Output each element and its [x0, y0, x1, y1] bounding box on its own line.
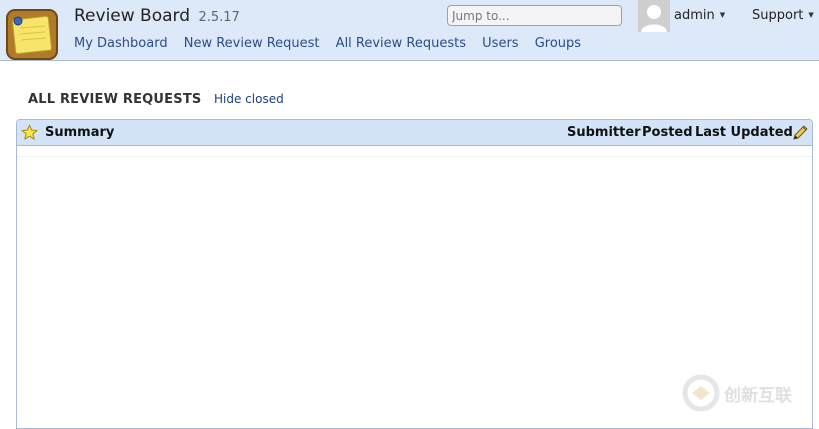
notepad-logo-icon[interactable]: [5, 7, 60, 62]
column-summary[interactable]: Summary: [45, 125, 114, 140]
user-silhouette-icon: [638, 0, 670, 32]
table-row: [17, 147, 812, 157]
column-last-updated[interactable]: Last Updated: [695, 125, 793, 140]
nav-all-review-requests[interactable]: All Review Requests: [336, 36, 466, 51]
app-name: Review Board: [74, 6, 191, 26]
nav-new-review-request[interactable]: New Review Request: [184, 36, 320, 51]
nav-my-dashboard[interactable]: My Dashboard: [74, 36, 168, 51]
app-title[interactable]: Review Board 2.5.17: [74, 6, 240, 26]
watermark-swirl-icon: [682, 374, 720, 412]
caret-down-icon: ▼: [808, 11, 814, 19]
nav-groups[interactable]: Groups: [535, 36, 581, 51]
hide-closed-link[interactable]: Hide closed: [214, 92, 284, 106]
top-header: Review Board 2.5.17 My Dashboard New Rev…: [0, 0, 819, 61]
pencil-icon[interactable]: [792, 125, 808, 141]
user-menu-label: admin: [674, 8, 715, 23]
watermark-text: 创新互联: [724, 386, 792, 406]
main-nav: My Dashboard New Review Request All Revi…: [74, 36, 593, 51]
star-icon[interactable]: [21, 124, 38, 141]
caret-down-icon: ▼: [719, 11, 726, 19]
nav-users[interactable]: Users: [482, 36, 518, 51]
support-menu[interactable]: Support ▼: [752, 8, 814, 23]
user-menu[interactable]: admin ▼: [674, 8, 725, 23]
support-menu-label: Support: [752, 8, 804, 23]
column-posted[interactable]: Posted: [642, 125, 693, 140]
datagrid-header: Summary Submitter Posted Last Updated: [17, 120, 812, 146]
jump-to-search-input[interactable]: [447, 5, 622, 26]
user-avatar[interactable]: [638, 0, 670, 32]
app-version: 2.5.17: [198, 10, 240, 25]
column-submitter[interactable]: Submitter: [567, 125, 641, 140]
page-title: ALL REVIEW REQUESTS: [28, 92, 202, 107]
watermark-logo: 创新互联: [682, 374, 817, 412]
